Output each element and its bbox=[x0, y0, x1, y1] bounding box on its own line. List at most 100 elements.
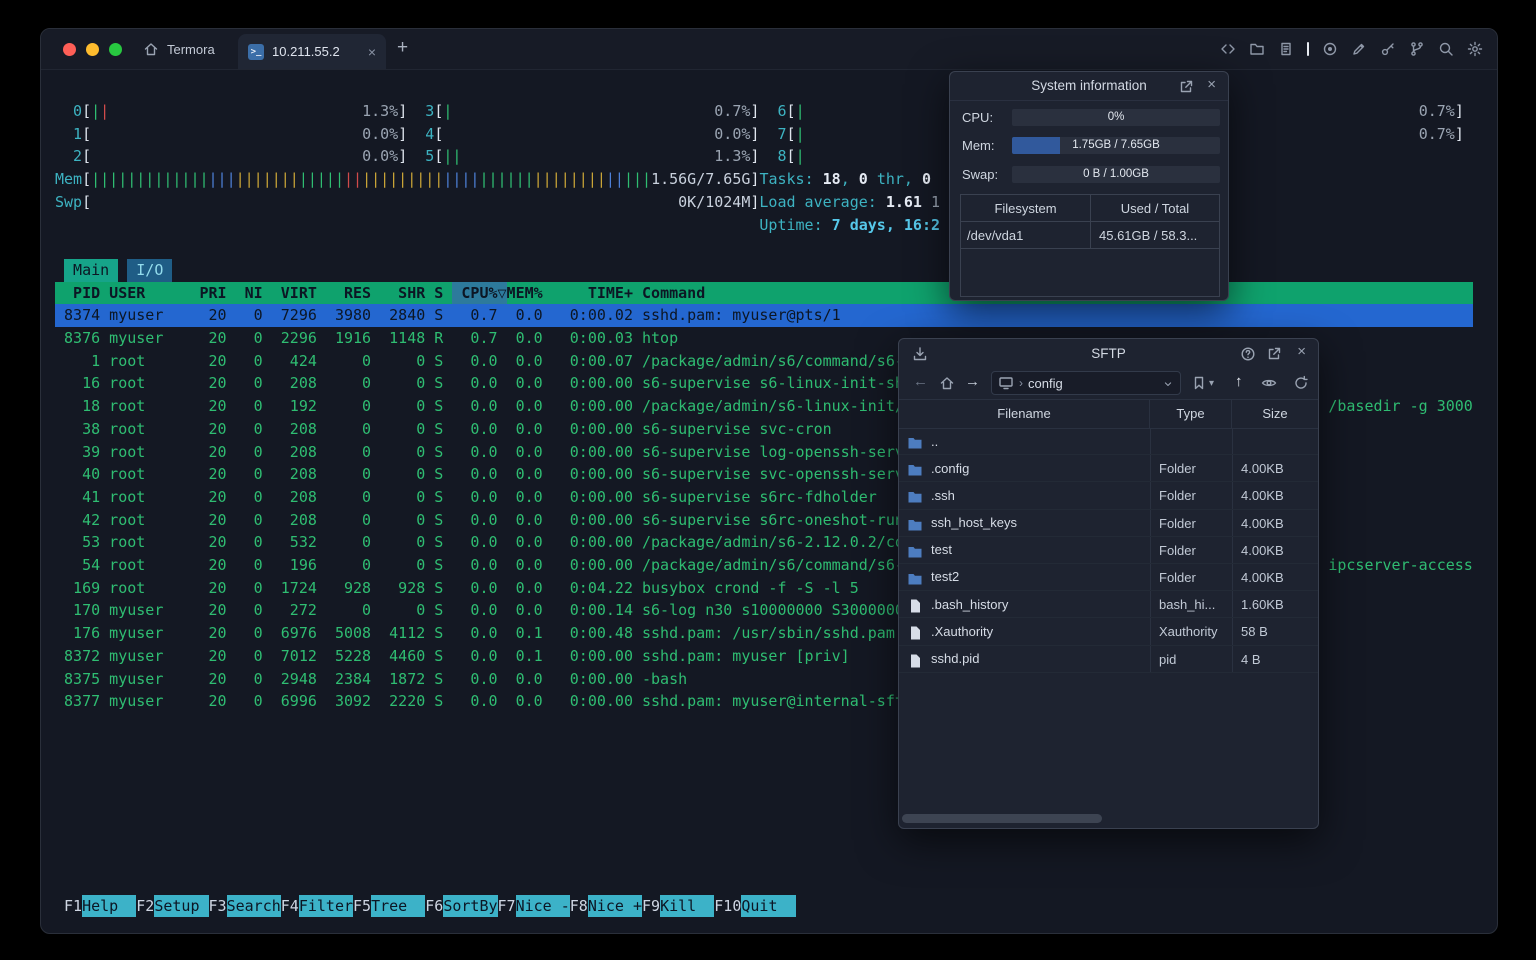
back-icon[interactable]: ← bbox=[913, 372, 928, 392]
open-in-new-icon[interactable] bbox=[1178, 79, 1194, 95]
memory-meter-row: Mem[||||||||||||||||||||||||||||||||||||… bbox=[55, 170, 932, 189]
close-tab-icon[interactable]: × bbox=[368, 44, 376, 60]
file-row[interactable]: .Xauthority Xauthority 58 B bbox=[899, 618, 1318, 646]
file-row[interactable]: test Folder 4.00KB bbox=[899, 536, 1318, 564]
tab-termora-home[interactable]: Termora bbox=[143, 29, 215, 69]
file-row[interactable]: ssh_host_keys Folder 4.00KB bbox=[899, 509, 1318, 537]
edit-icon[interactable] bbox=[1351, 41, 1367, 57]
terminal-icon: >_ bbox=[248, 43, 264, 60]
fnkey-f8: F8 bbox=[569, 896, 588, 915]
path-breadcrumb[interactable]: › config bbox=[991, 371, 1181, 395]
function-key-bar[interactable]: F1Help F2Setup F3SearchF4FilterF5Tree F6… bbox=[55, 894, 796, 918]
code-icon[interactable] bbox=[1220, 41, 1236, 57]
fn-quit[interactable]: Quit bbox=[741, 894, 796, 918]
chevron-down-icon[interactable] bbox=[1162, 377, 1174, 389]
process-row[interactable]: 8376 myuser 20 0 2296 1916 1148 R 0.7 0.… bbox=[55, 327, 678, 350]
home-icon[interactable] bbox=[939, 375, 955, 391]
process-row-selected[interactable]: 8374 myuser 20 0 7296 3980 2840 S 0.7 0.… bbox=[55, 304, 1473, 327]
fn-kill[interactable]: Kill bbox=[660, 894, 715, 918]
file-size: 4 B bbox=[1232, 645, 1318, 672]
process-row[interactable]: 8377 myuser 20 0 6996 3092 2220 S 0.0 0.… bbox=[55, 690, 904, 713]
file-size: 4.00KB bbox=[1232, 455, 1318, 482]
up-directory-icon[interactable]: ↑ bbox=[1235, 372, 1243, 392]
settings-icon[interactable] bbox=[1467, 41, 1483, 57]
tab-main: Main bbox=[64, 258, 119, 282]
new-tab-button[interactable]: + bbox=[397, 37, 408, 59]
refresh-icon[interactable] bbox=[1293, 375, 1309, 391]
fnkey-f2: F2 bbox=[136, 896, 155, 915]
fn-filter[interactable]: Filter bbox=[298, 894, 354, 918]
process-row[interactable]: 41 root 20 0 208 0 0 S 0.0 0.0 0:00.00 s… bbox=[55, 486, 877, 509]
htop-screen-tabs[interactable]: Main I/O bbox=[55, 258, 173, 282]
file-type: pid bbox=[1150, 645, 1232, 672]
process-row[interactable]: 1 root 20 0 424 0 0 S 0.0 0.0 0:00.07 /p… bbox=[55, 350, 904, 373]
minimize-window-button[interactable] bbox=[86, 43, 99, 56]
process-row[interactable]: 42 root 20 0 208 0 0 S 0.0 0.0 0:00.00 s… bbox=[55, 509, 904, 532]
system-information-header: System information × bbox=[950, 72, 1228, 101]
record-icon[interactable] bbox=[1322, 41, 1338, 57]
cpu-meter-row: 1[ 0.0%] 4[ 0.0%] 7[| 0.7%] 10[ 0.7%] bbox=[55, 124, 1464, 143]
meter-bar: 1.75GB / 7.65GB bbox=[1012, 137, 1220, 154]
process-row[interactable]: 8372 myuser 20 0 7012 5228 4460 S 0.0 0.… bbox=[55, 645, 850, 668]
show-hidden-icon[interactable] bbox=[1261, 375, 1277, 391]
fn-nice-[interactable]: Nice + bbox=[587, 894, 643, 918]
fnkey-f6: F6 bbox=[425, 896, 444, 915]
process-row[interactable]: 38 root 20 0 208 0 0 S 0.0 0.0 0:00.00 s… bbox=[55, 418, 832, 441]
fn-sortby[interactable]: SortBy bbox=[443, 894, 498, 918]
open-in-new-icon[interactable] bbox=[1266, 346, 1282, 362]
file-row[interactable]: sshd.pid pid 4 B bbox=[899, 645, 1318, 673]
folder-icon[interactable] bbox=[1249, 41, 1265, 57]
column-header-size[interactable]: Size bbox=[1232, 400, 1318, 428]
scrollbar-thumb[interactable] bbox=[902, 814, 1102, 823]
search-icon[interactable] bbox=[1438, 41, 1454, 57]
fnkey-f10: F10 bbox=[714, 896, 742, 915]
process-table-header[interactable]: PID USER PRI NI VIRT RES SHR S CPU%▽MEM%… bbox=[55, 281, 1473, 305]
file-type: Folder bbox=[1150, 509, 1232, 536]
forward-icon[interactable]: → bbox=[965, 372, 980, 392]
file-type: Folder bbox=[1150, 482, 1232, 509]
process-row[interactable]: 169 root 20 0 1724 928 928 S 0.0 0.0 0:0… bbox=[55, 577, 859, 600]
bookmark-icon[interactable] bbox=[1191, 375, 1207, 391]
log-icon[interactable] bbox=[1278, 41, 1294, 57]
process-row[interactable]: 176 myuser 20 0 6976 5008 4112 S 0.0 0.1… bbox=[55, 622, 904, 645]
meter-bar: 0 B / 1.00GB bbox=[1012, 166, 1220, 183]
file-row[interactable]: test2 Folder 4.00KB bbox=[899, 563, 1318, 592]
close-panel-icon[interactable]: × bbox=[1297, 344, 1306, 360]
file-row[interactable]: .ssh Folder 4.00KB bbox=[899, 482, 1318, 510]
tab-ssh-session[interactable]: >_ 10.211.55.2 × bbox=[238, 34, 386, 69]
sftp-panel: SFTP × ← → › config ▾ ↑ Filename Type Size… bbox=[898, 338, 1319, 829]
fn-setup[interactable]: Setup bbox=[154, 894, 209, 918]
process-row[interactable]: 39 root 20 0 208 0 0 S 0.0 0.0 0:00.00 s… bbox=[55, 441, 904, 464]
sort-column-cpu: CPU%▽ bbox=[452, 281, 507, 305]
filesystem-row[interactable]: /dev/vda1 45.61GB / 58.3... bbox=[961, 222, 1219, 249]
column-header-type[interactable]: Type bbox=[1150, 400, 1232, 428]
zoom-window-button[interactable] bbox=[109, 43, 122, 56]
fn-help[interactable]: Help bbox=[82, 894, 137, 918]
fn-nice-[interactable]: Nice - bbox=[515, 894, 570, 918]
cpu-meter-row: 2[ 0.0%] 5[|| 1.3%] 8[| 0.0%] bbox=[55, 147, 1112, 166]
fn-search[interactable]: Search bbox=[226, 894, 281, 918]
close-window-button[interactable] bbox=[63, 43, 76, 56]
column-header-filename[interactable]: Filename bbox=[899, 400, 1150, 428]
fn-tree[interactable]: Tree bbox=[371, 894, 426, 918]
process-row[interactable]: 170 myuser 20 0 272 0 0 S 0.0 0.0 0:00.1… bbox=[55, 599, 904, 622]
branch-icon[interactable] bbox=[1409, 41, 1425, 57]
file-row[interactable]: .config Folder 4.00KB bbox=[899, 455, 1318, 483]
file-row[interactable]: .bash_history bash_hi... 1.60KB bbox=[899, 591, 1318, 619]
current-folder-label: config bbox=[1028, 375, 1063, 391]
horizontal-scrollbar[interactable] bbox=[902, 814, 1315, 823]
bookmark-caret-icon[interactable]: ▾ bbox=[1209, 374, 1214, 394]
close-panel-icon[interactable]: × bbox=[1207, 77, 1216, 93]
key-icon[interactable] bbox=[1380, 41, 1396, 57]
process-row[interactable]: 8375 myuser 20 0 2948 2384 1872 S 0.0 0.… bbox=[55, 668, 687, 691]
file-size bbox=[1232, 428, 1318, 455]
process-row[interactable]: 40 root 20 0 208 0 0 S 0.0 0.0 0:00.00 s… bbox=[55, 463, 904, 486]
process-row[interactable]: 16 root 20 0 208 0 0 S 0.0 0.0 0:00.00 s… bbox=[55, 372, 904, 395]
file-name: .config bbox=[931, 460, 970, 476]
home-icon bbox=[143, 41, 159, 57]
file-row[interactable]: .. bbox=[899, 428, 1318, 456]
process-row[interactable]: 53 root 20 0 532 0 0 S 0.0 0.0 0:00.00 /… bbox=[55, 531, 904, 554]
fnkey-f3: F3 bbox=[208, 896, 227, 915]
help-icon[interactable] bbox=[1240, 346, 1256, 362]
filesystem-table: Filesystem Used / Total/dev/vda1 45.61GB /… bbox=[960, 194, 1220, 297]
